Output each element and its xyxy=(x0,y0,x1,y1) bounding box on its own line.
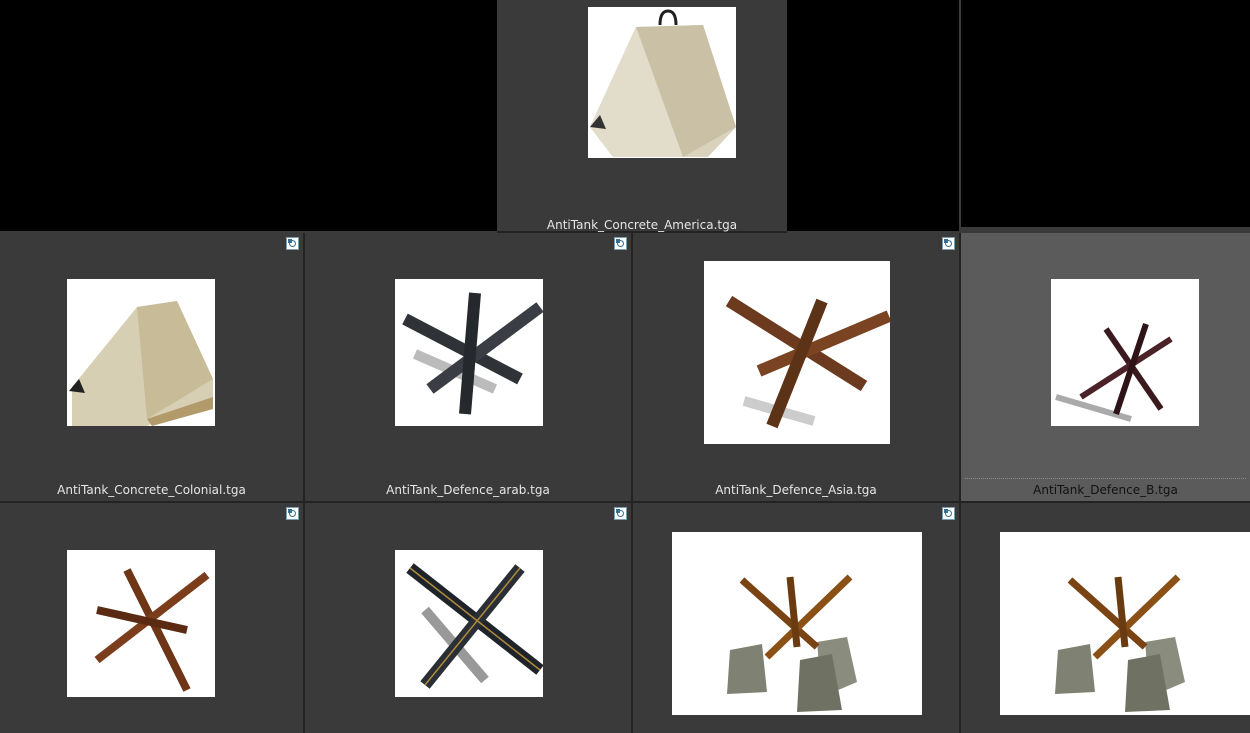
empty-area-right xyxy=(961,0,1250,227)
file-tile[interactable] xyxy=(961,503,1250,733)
divider xyxy=(965,478,1246,479)
empty-area-middle xyxy=(787,0,959,231)
file-name: AntiTank_Concrete_Colonial.tga xyxy=(57,483,246,497)
file-tile[interactable] xyxy=(633,503,961,733)
sync-badge-icon xyxy=(942,237,955,250)
sync-badge-icon xyxy=(286,507,299,520)
hedgehog-on-concrete-icon xyxy=(1000,532,1250,715)
steel-hedgehog-dark-icon xyxy=(395,279,543,426)
file-tile-selected[interactable]: AntiTank_Defence_B.tga xyxy=(961,233,1250,503)
file-tile[interactable]: AntiTank_Concrete_America.tga xyxy=(497,0,787,233)
sync-badge-icon xyxy=(614,237,627,250)
hedgehog-on-concrete-icon xyxy=(672,532,922,715)
file-name: AntiTank_Defence_arab.tga xyxy=(386,483,550,497)
hedgehog-gold-edges-icon xyxy=(395,550,543,697)
sync-badge-icon xyxy=(614,507,627,520)
file-tile[interactable]: AntiTank_Defence_Asia.tga xyxy=(633,233,961,503)
rusty-hedgehog-icon xyxy=(67,550,215,697)
sync-badge-icon xyxy=(286,237,299,250)
concrete-pyramid-with-ring-icon xyxy=(588,7,736,158)
rusty-hedgehog-icon xyxy=(704,261,890,444)
thin-hedgehog-icon xyxy=(1051,279,1199,426)
sync-badge-icon xyxy=(942,507,955,520)
file-name: AntiTank_Concrete_America.tga xyxy=(546,218,738,232)
empty-area-left xyxy=(0,0,497,231)
file-tile[interactable] xyxy=(0,503,305,733)
file-name: AntiTank_Defence_Asia.tga xyxy=(715,483,877,497)
file-name: AntiTank_Defence_B.tga xyxy=(1033,483,1178,497)
file-tile[interactable]: AntiTank_Concrete_Colonial.tga xyxy=(0,233,305,503)
file-tile[interactable] xyxy=(305,503,633,733)
concrete-block-icon xyxy=(67,279,215,426)
file-tile[interactable]: AntiTank_Defence_arab.tga xyxy=(305,233,633,503)
